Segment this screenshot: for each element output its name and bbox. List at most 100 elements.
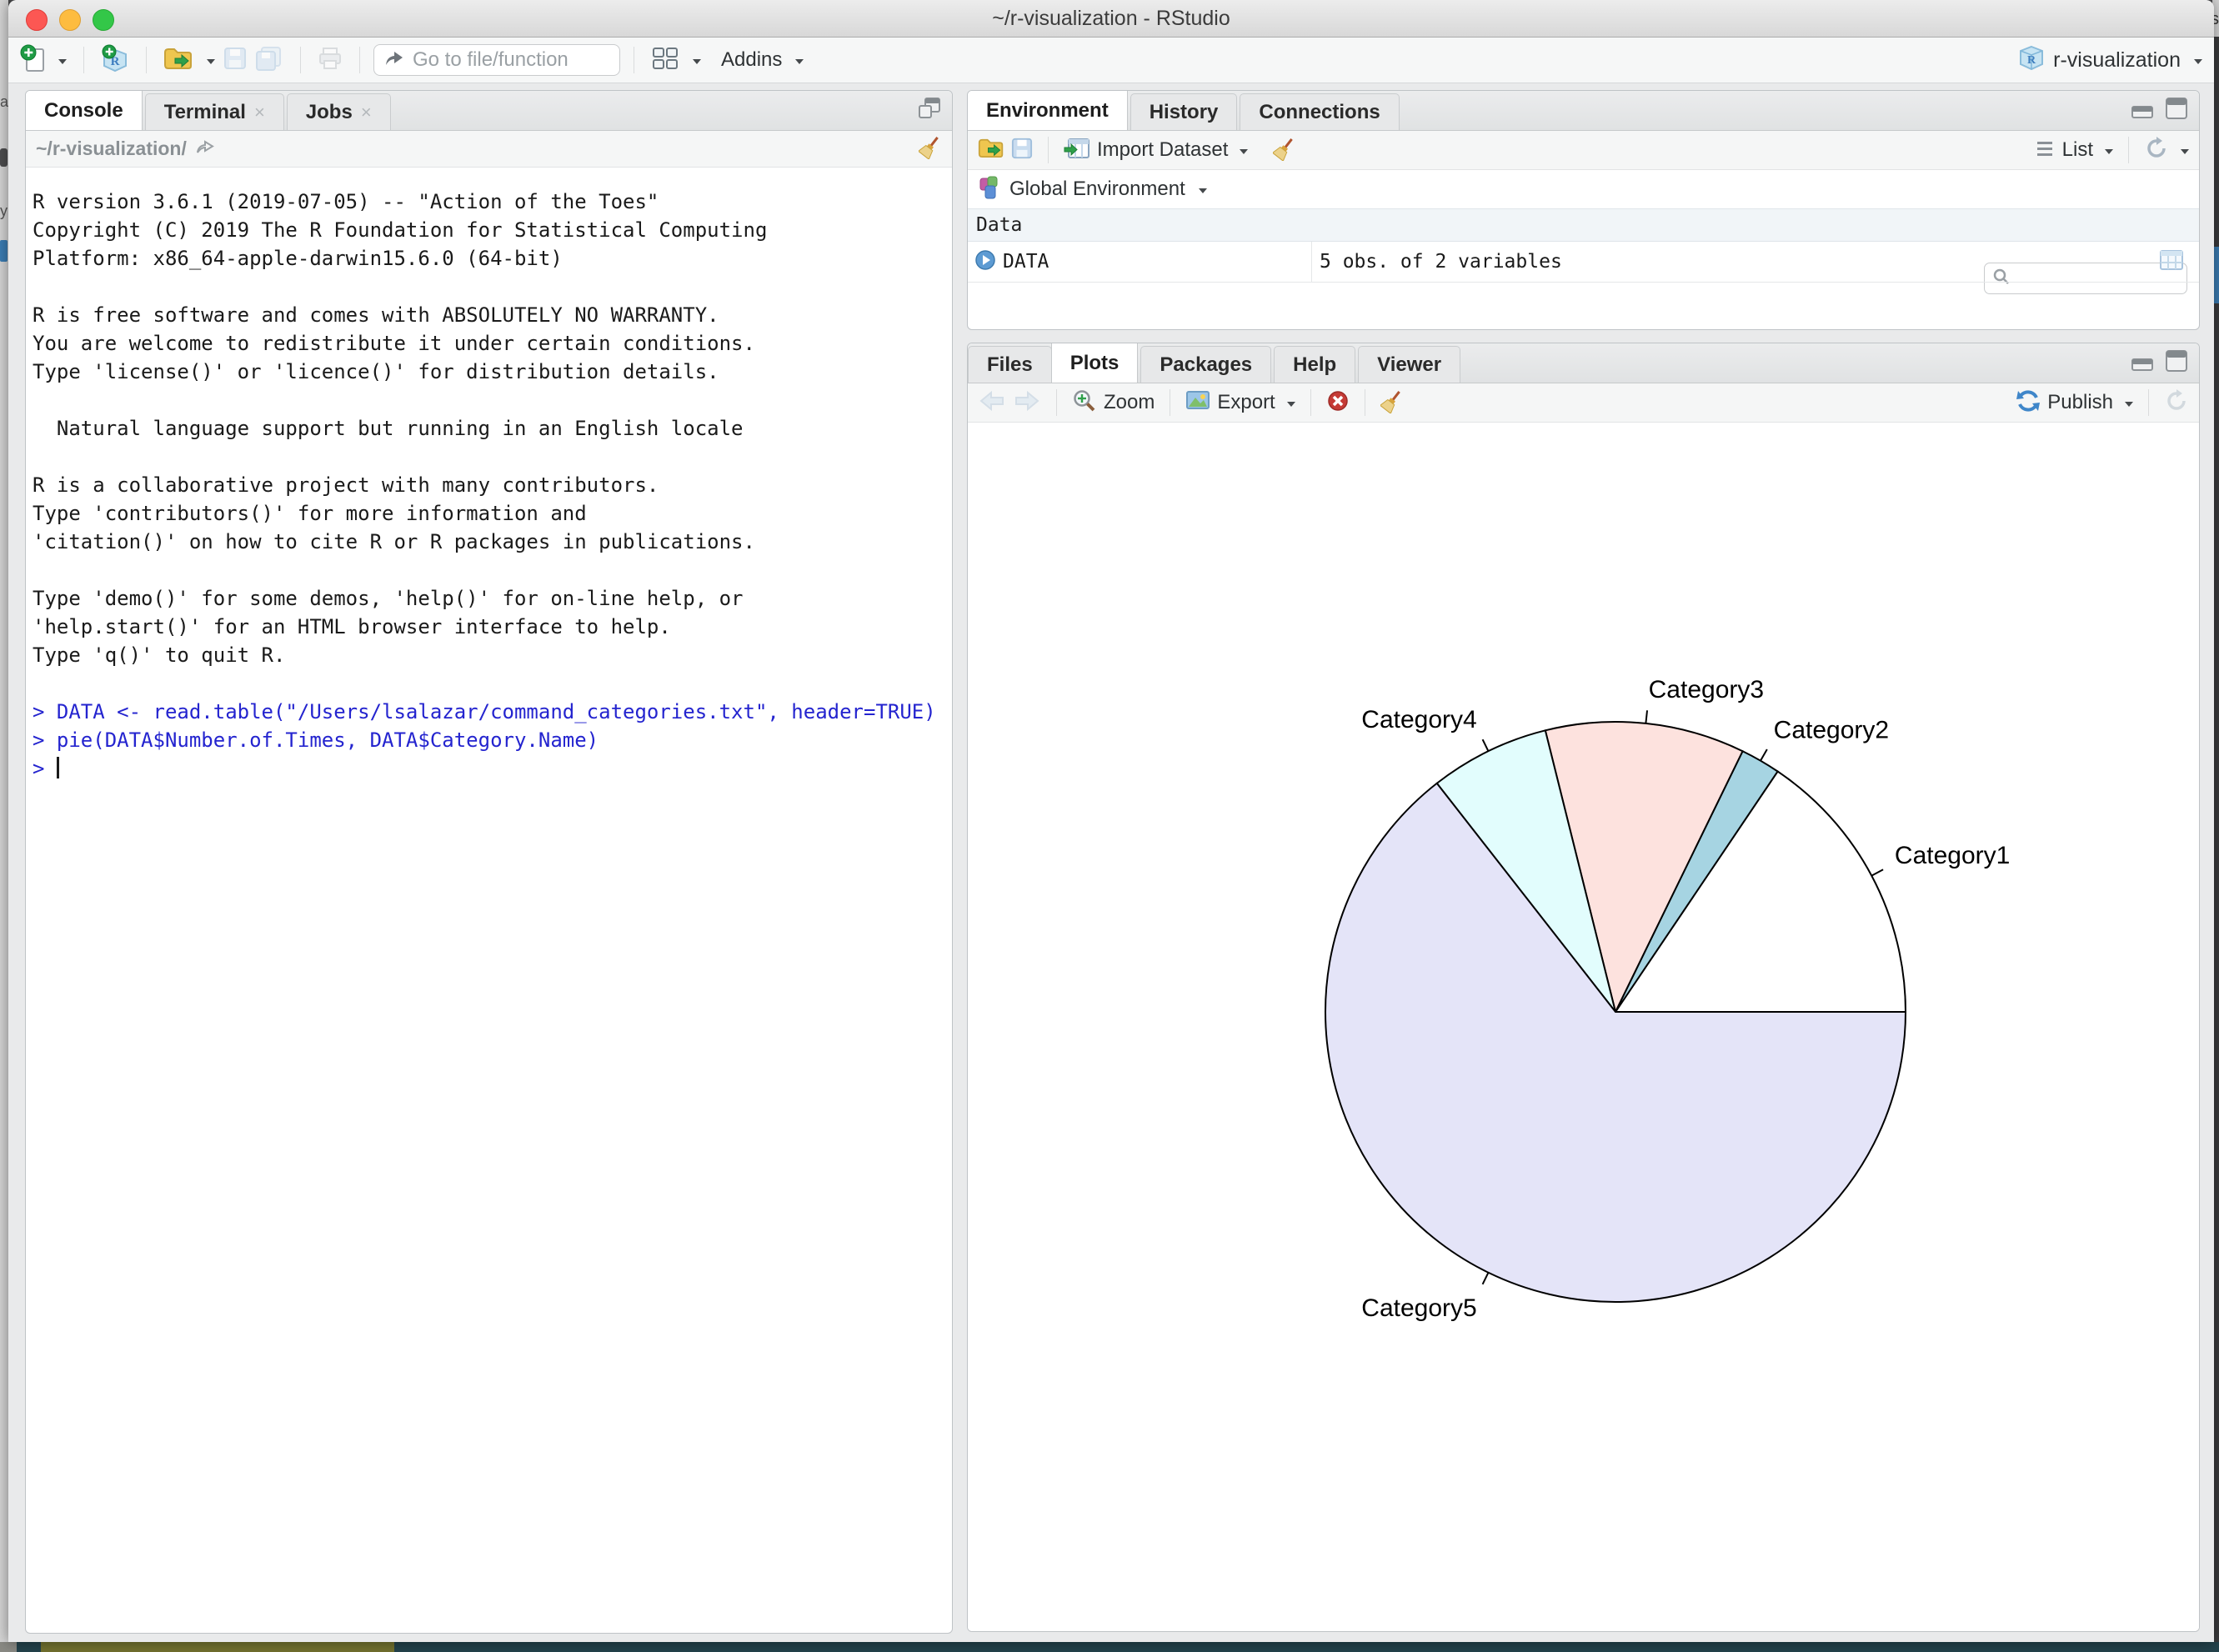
remove-plot-icon[interactable]	[1326, 389, 1350, 417]
console-line: Platform: x86_64-apple-darwin15.6.0 (64-…	[33, 244, 945, 273]
refresh-dropdown-caret[interactable]	[2181, 149, 2189, 158]
pie-label: Category3	[1649, 676, 1764, 703]
pane-layout-icon[interactable]	[651, 46, 679, 75]
tab-jobs[interactable]: Jobs ×	[287, 93, 391, 130]
toolbar-separator	[1056, 389, 1057, 416]
console-pane: Console Terminal × Jobs × ~/r-vis	[25, 90, 953, 1634]
save-all-icon[interactable]	[255, 46, 283, 75]
clear-environment-broom-icon[interactable]	[1273, 136, 1296, 165]
view-table-icon[interactable]	[2159, 249, 2184, 275]
minimize-pane-icon[interactable]	[2131, 96, 2154, 125]
open-file-icon[interactable]	[163, 46, 193, 75]
print-icon[interactable]	[318, 47, 343, 74]
console-line	[33, 273, 945, 301]
background-icon-fragment	[0, 240, 8, 262]
toolbar-separator	[83, 47, 84, 73]
global-environment-selector[interactable]: Global Environment	[1009, 178, 1185, 201]
export-plot-icon[interactable]	[1185, 390, 1210, 416]
tab-help[interactable]: Help	[1274, 346, 1355, 383]
goto-directory-arrow-icon[interactable]	[195, 138, 215, 159]
console-line: Type 'license()' or 'licence()' for dist…	[33, 358, 945, 386]
save-icon[interactable]	[223, 47, 247, 74]
clear-console-broom-icon[interactable]	[919, 134, 942, 163]
pane-layout-dropdown-caret[interactable]	[693, 59, 701, 68]
pie-label: Category4	[1361, 706, 1476, 733]
goto-file-function-input[interactable]: Go to file/function	[373, 44, 620, 76]
tab-files[interactable]: Files	[968, 346, 1052, 383]
tab-history[interactable]: History	[1130, 93, 1238, 130]
new-file-icon[interactable]	[20, 44, 45, 77]
maximize-pane-icon[interactable]	[2164, 348, 2189, 378]
toolbar-separator	[359, 47, 360, 73]
tab-connections[interactable]: Connections	[1240, 93, 1399, 130]
export-plot-caret[interactable]	[1287, 402, 1295, 411]
publish-button[interactable]: Publish	[2047, 391, 2113, 414]
list-view-button[interactable]: List	[2062, 138, 2093, 162]
addins-dropdown-caret[interactable]	[795, 59, 804, 68]
publish-icon[interactable]	[2016, 388, 2041, 418]
save-workspace-icon[interactable]	[1011, 138, 1033, 163]
console-line: >	[33, 754, 945, 783]
section-label: Data	[976, 214, 1022, 236]
previous-plot-icon[interactable]	[978, 389, 1006, 417]
list-view-caret[interactable]	[2105, 149, 2113, 158]
tab-terminal[interactable]: Terminal ×	[145, 93, 284, 130]
tab-packages[interactable]: Packages	[1140, 346, 1271, 383]
minimize-pane-icon[interactable]	[2131, 348, 2154, 378]
expand-object-icon[interactable]	[974, 249, 996, 275]
tab-viewer[interactable]: Viewer	[1358, 346, 1460, 383]
pie-label: Category2	[1774, 716, 1889, 743]
import-dataset-button[interactable]: Import Dataset	[1097, 138, 1228, 162]
project-selector[interactable]: R r-visualization	[2018, 44, 2202, 77]
background-strip	[0, 1642, 17, 1652]
clear-plots-broom-icon[interactable]	[1380, 388, 1404, 418]
tab-environment[interactable]: Environment	[968, 91, 1128, 130]
console-tabstrip: Console Terminal × Jobs ×	[26, 91, 952, 131]
toolbar-separator	[146, 47, 147, 73]
open-file-dropdown-caret[interactable]	[207, 59, 215, 68]
object-name: DATA	[1003, 251, 1049, 273]
environment-object-row[interactable]: DATA 5 obs. of 2 variables	[968, 242, 2199, 283]
global-environment-caret[interactable]	[1199, 188, 1207, 198]
import-dataset-icon[interactable]	[1064, 137, 1090, 164]
project-dropdown-caret	[2194, 59, 2202, 68]
close-tab-icon[interactable]: ×	[254, 102, 265, 123]
console-line: 'citation()' on how to cite R or R packa…	[33, 528, 945, 556]
tab-plots[interactable]: Plots	[1051, 343, 1139, 383]
main-toolbar: R	[8, 38, 2214, 83]
tab-label: Terminal	[164, 101, 246, 124]
toolbar-separator	[1310, 389, 1311, 416]
new-file-dropdown-caret[interactable]	[58, 59, 67, 68]
next-plot-icon[interactable]	[1013, 389, 1041, 417]
tab-console[interactable]: Console	[26, 91, 143, 130]
zoom-plot-button[interactable]: Zoom	[1104, 391, 1155, 414]
maximize-pane-icon[interactable]	[2164, 96, 2189, 125]
addins-button[interactable]: Addins	[721, 48, 782, 72]
close-tab-icon[interactable]: ×	[361, 102, 372, 123]
toolbar-separator	[2148, 389, 2149, 416]
pie-label: Category1	[1895, 842, 2010, 869]
console-output[interactable]: R version 3.6.1 (2019-07-05) -- "Action …	[26, 168, 952, 1633]
publish-caret[interactable]	[2125, 402, 2133, 411]
console-working-dir-bar: ~/r-visualization/	[26, 131, 952, 168]
pie-chart: Category1Category2Category3Category4Cate…	[968, 423, 2197, 1631]
plots-tabstrip: Files Plots Packages Help Viewer	[968, 343, 2199, 383]
export-plot-button[interactable]: Export	[1217, 391, 1275, 414]
tab-label: Files	[987, 353, 1033, 377]
console-line: > pie(DATA$Number.of.Times, DATA$Categor…	[33, 726, 945, 754]
tab-label: Plots	[1070, 352, 1120, 375]
desktop-bottom-strip	[0, 1642, 2219, 1652]
background-strip	[41, 1642, 394, 1652]
load-workspace-folder-icon[interactable]	[978, 137, 1004, 163]
background-text-fragment: y	[0, 203, 8, 220]
import-dataset-caret[interactable]	[1240, 149, 1248, 158]
toolbar-separator	[300, 47, 301, 73]
zoom-plot-icon[interactable]	[1072, 388, 1097, 418]
maximize-pane-icon[interactable]	[917, 96, 942, 125]
refresh-icon[interactable]	[2144, 136, 2169, 165]
refresh-plot-icon[interactable]	[2164, 388, 2189, 418]
working-directory: ~/r-visualization/	[36, 138, 187, 160]
new-project-icon[interactable]: R	[101, 44, 129, 77]
window-title: ~/r-visualization - RStudio	[8, 0, 2214, 37]
list-view-icon[interactable]	[2036, 139, 2056, 162]
